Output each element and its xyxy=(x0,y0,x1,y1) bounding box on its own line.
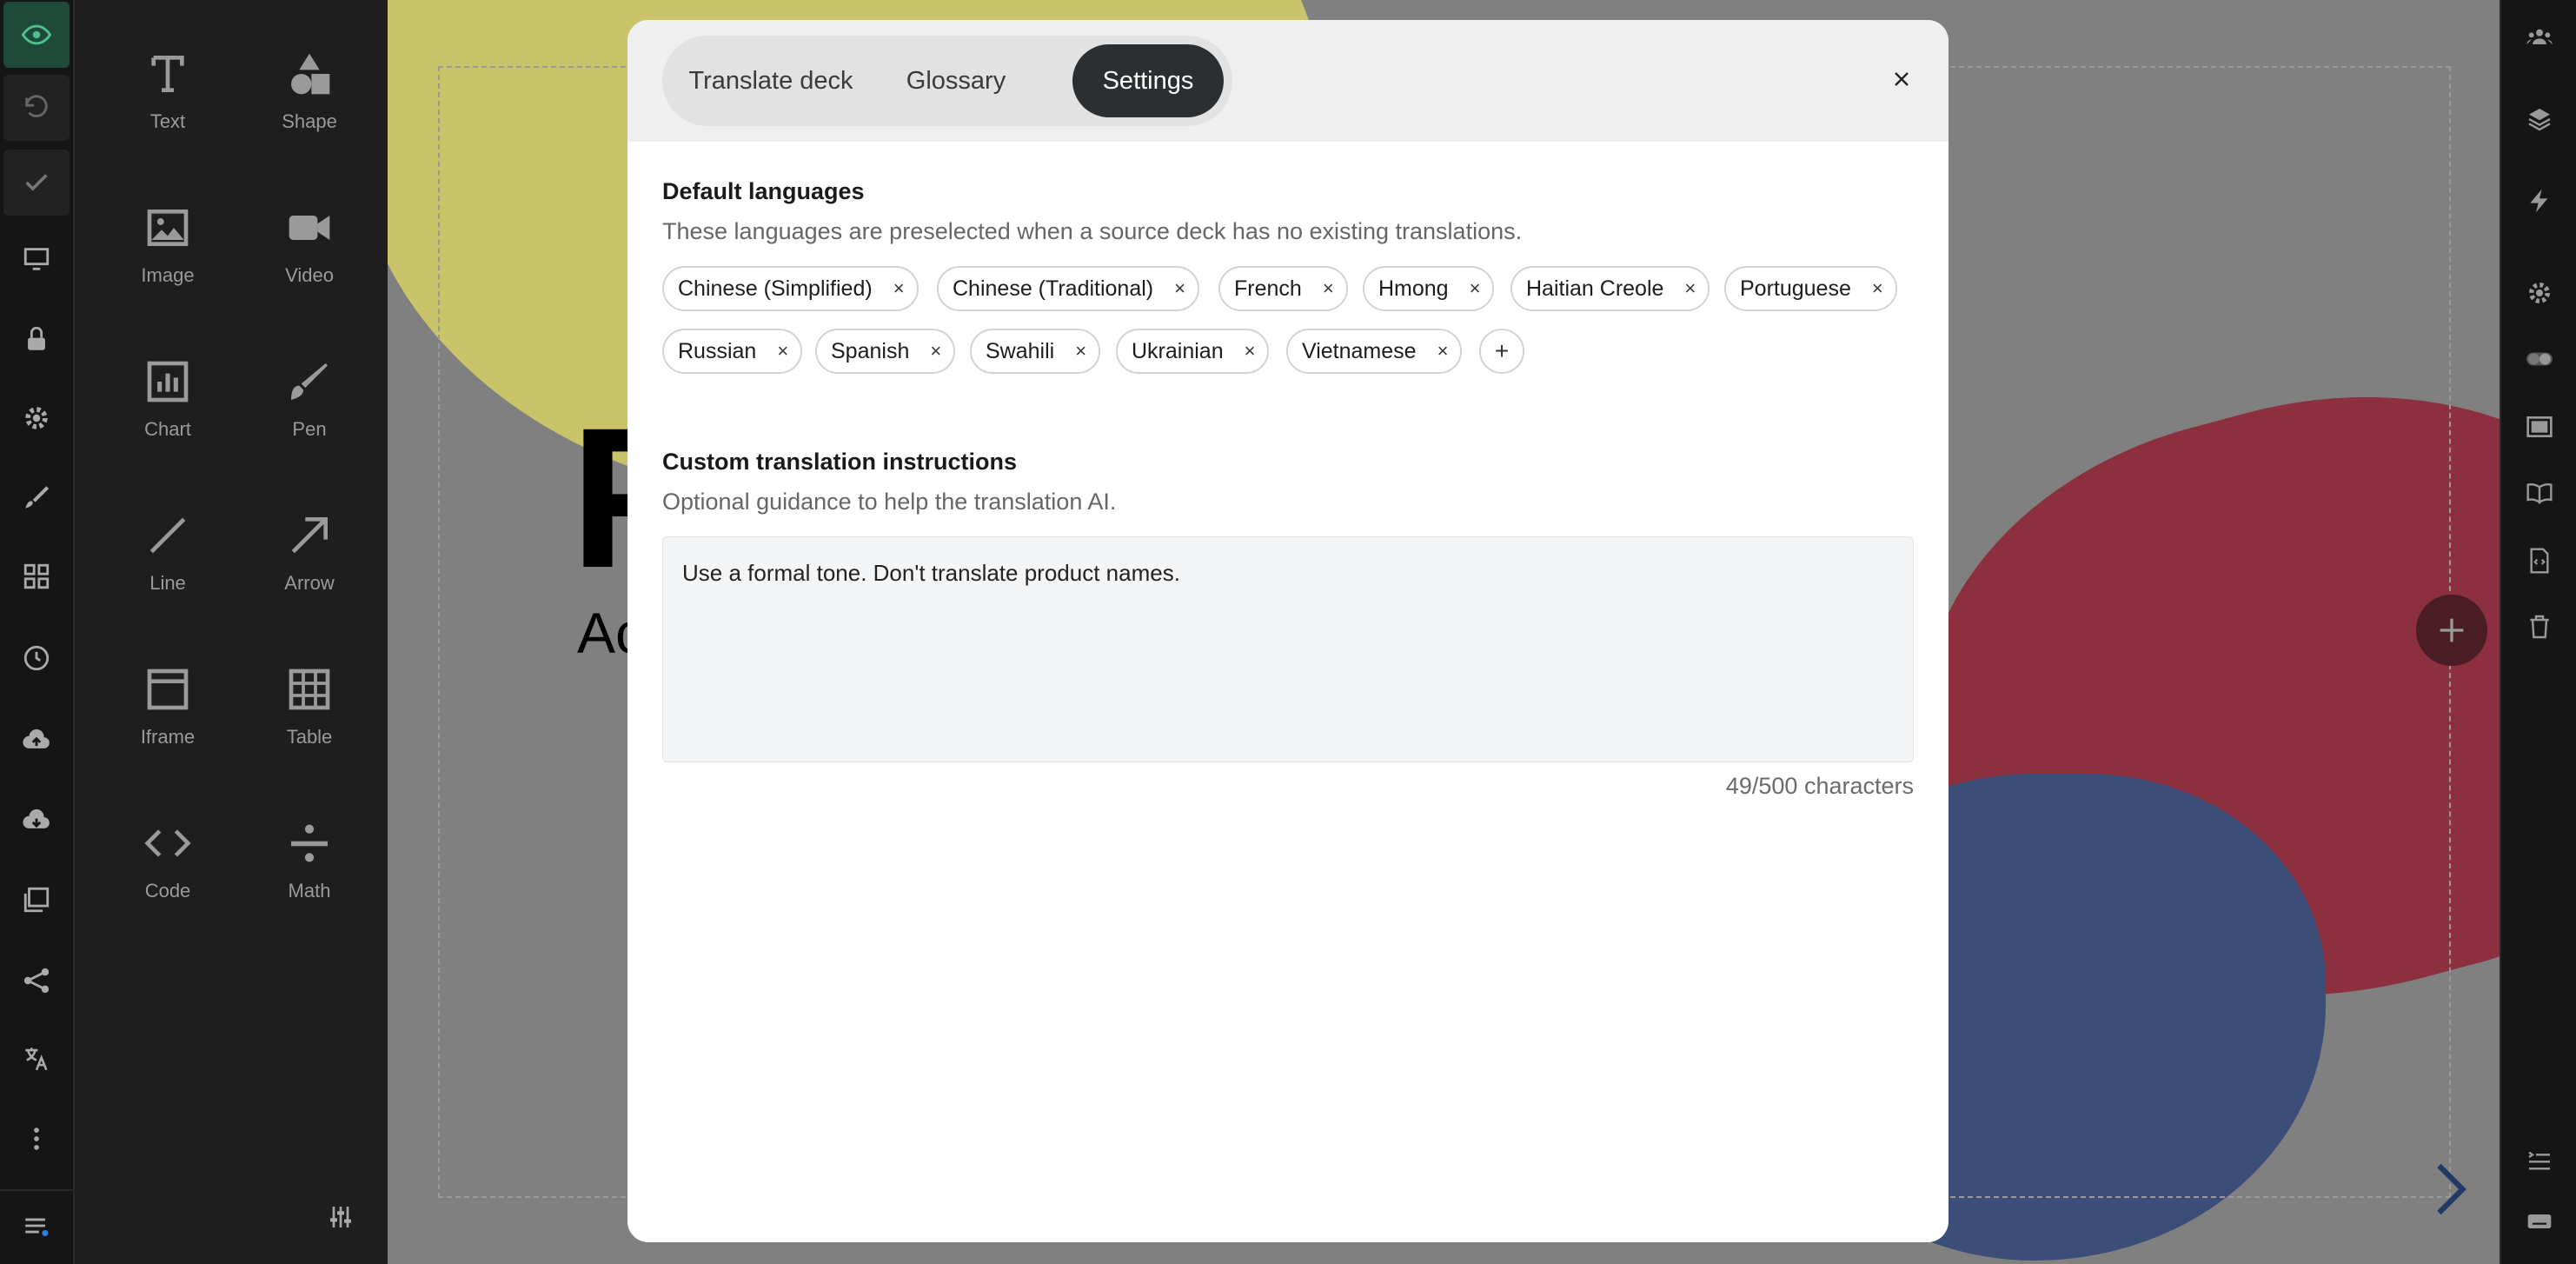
remove-language-button[interactable]: × xyxy=(893,277,905,300)
language-chip: Hmong × xyxy=(1363,266,1495,311)
tab-translate-deck[interactable]: Translate deck xyxy=(678,44,864,117)
remove-language-button[interactable]: × xyxy=(1075,340,1086,363)
language-label: Chinese (Simplified) xyxy=(678,276,873,301)
tab-glossary[interactable]: Glossary xyxy=(885,44,1027,117)
language-chip: Chinese (Simplified) × xyxy=(662,266,919,311)
default-languages-title: Default languages xyxy=(662,178,865,204)
remove-language-button[interactable]: × xyxy=(930,340,941,363)
tab-settings[interactable]: Settings xyxy=(1072,44,1224,117)
modal-tabs: Translate deck Glossary Settings xyxy=(662,36,1232,126)
language-chip: Russian × xyxy=(662,329,803,374)
language-label: Portuguese xyxy=(1740,276,1851,301)
default-languages-description: These languages are preselected when a s… xyxy=(662,218,1523,244)
language-chip: Ukrainian × xyxy=(1116,329,1270,374)
add-language-button[interactable]: + xyxy=(1479,329,1524,374)
close-button[interactable] xyxy=(1879,57,1924,102)
remove-language-button[interactable]: × xyxy=(1245,340,1256,363)
modal-header: Translate deck Glossary Settings xyxy=(627,20,1949,142)
remove-language-button[interactable]: × xyxy=(1684,277,1696,300)
language-label: Chinese (Traditional) xyxy=(953,276,1154,301)
language-label: Haitian Creole xyxy=(1526,276,1664,301)
remove-language-button[interactable]: × xyxy=(1174,277,1185,300)
language-chip: Vietnamese × xyxy=(1286,329,1463,374)
language-label: Vietnamese xyxy=(1302,338,1417,363)
language-chip: Spanish × xyxy=(815,329,956,374)
language-chip: Haitian Creole × xyxy=(1510,266,1710,311)
custom-instructions-title: Custom translation instructions xyxy=(662,449,1018,475)
remove-language-button[interactable]: × xyxy=(777,340,788,363)
language-chip: Portuguese × xyxy=(1724,266,1897,311)
language-chip: Chinese (Traditional) × xyxy=(937,266,1199,311)
language-label: Russian xyxy=(678,338,757,363)
language-label: Spanish xyxy=(831,338,910,363)
language-chip: French × xyxy=(1218,266,1348,311)
language-label: French xyxy=(1234,276,1302,301)
custom-instructions-textarea[interactable]: Use a formal tone. Don't translate produ… xyxy=(662,536,1914,762)
language-label: Ukrainian xyxy=(1132,338,1224,363)
language-label: Hmong xyxy=(1378,276,1449,301)
custom-instructions-description: Optional guidance to help the translatio… xyxy=(662,489,1117,515)
language-label: Swahili xyxy=(986,338,1055,363)
remove-language-button[interactable]: × xyxy=(1323,277,1334,300)
character-count: 49/500 characters xyxy=(1725,773,1914,799)
remove-language-button[interactable]: × xyxy=(1872,277,1883,300)
translation-modal: Translate deck Glossary Settings Default… xyxy=(627,20,1949,1242)
language-chip: Swahili × xyxy=(970,329,1101,374)
remove-language-button[interactable]: × xyxy=(1470,277,1481,300)
remove-language-button[interactable]: × xyxy=(1437,340,1449,363)
close-icon xyxy=(1895,72,1909,86)
